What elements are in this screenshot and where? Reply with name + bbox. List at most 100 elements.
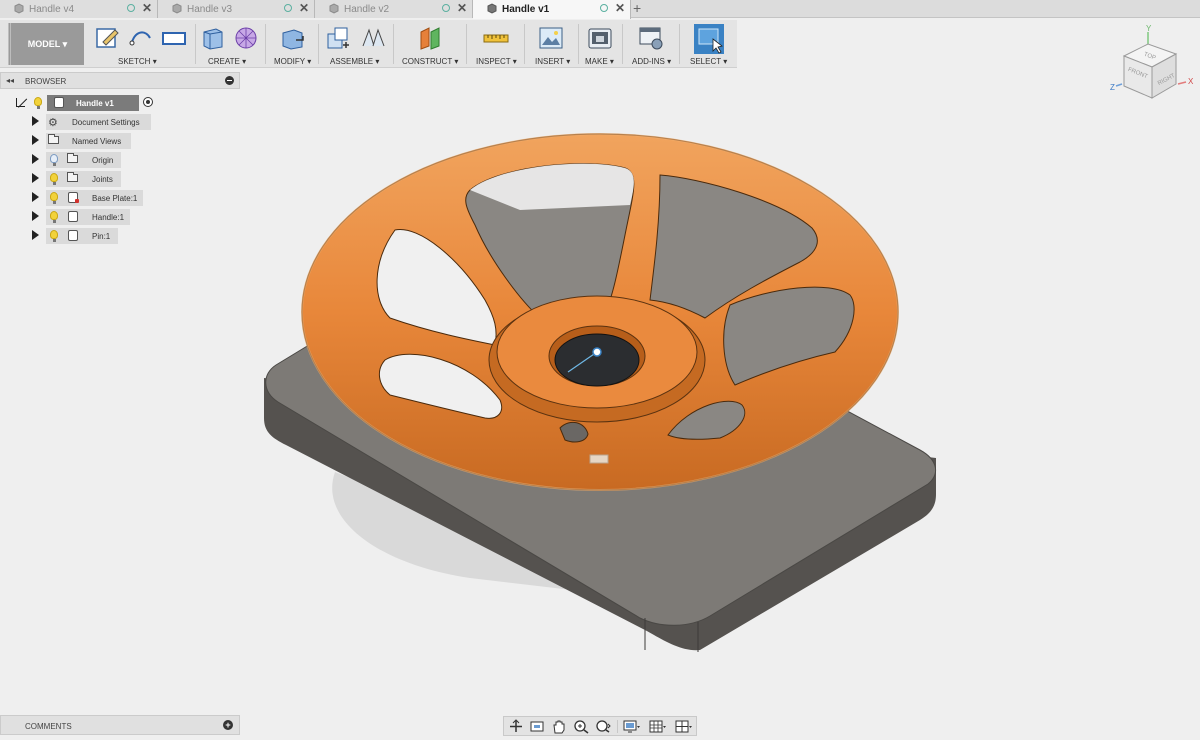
tab-handle-v2[interactable]: Handle v2 ✕ — [315, 0, 473, 18]
visibility-bulb-icon[interactable] — [50, 173, 58, 185]
grid-settings-icon[interactable] — [648, 719, 666, 734]
sync-status-icon — [284, 4, 292, 12]
pan-hand-icon[interactable] — [550, 719, 568, 734]
tab-handle-v4[interactable]: Handle v4 ✕ — [0, 0, 158, 18]
zoom-icon[interactable] — [572, 719, 590, 734]
linked-component-icon — [68, 192, 79, 203]
inspect-menu[interactable]: INSPECT ▾ — [476, 57, 517, 66]
close-icon[interactable]: ✕ — [142, 1, 152, 15]
tab-handle-v3[interactable]: Handle v3 ✕ — [158, 0, 315, 18]
browser-item-document-settings[interactable]: ⚙ Document Settings — [30, 114, 155, 130]
add-comment-icon[interactable]: + — [223, 720, 233, 730]
display-settings-icon[interactable] — [622, 719, 640, 734]
assemble-menu[interactable]: ASSEMBLE ▾ — [330, 57, 379, 66]
viewports-icon[interactable] — [674, 719, 692, 734]
document-icon — [172, 3, 182, 14]
browser-item-origin[interactable]: Origin — [30, 152, 125, 168]
joint-origin-icon[interactable] — [592, 347, 602, 357]
close-icon[interactable]: ✕ — [299, 1, 309, 15]
axis-y-label: Y — [1146, 24, 1152, 33]
sync-status-icon — [600, 4, 608, 12]
sketch-arc-icon[interactable] — [128, 26, 154, 50]
expand-arrow-icon[interactable] — [16, 98, 25, 107]
browser-item-label: Origin — [92, 156, 114, 165]
visibility-bulb-icon[interactable] — [50, 230, 58, 242]
sketch-menu[interactable]: SKETCH ▾ — [118, 57, 157, 66]
browser-item-named-views[interactable]: Named Views — [30, 133, 135, 149]
comments-panel-header[interactable]: COMMENTS + — [0, 715, 240, 735]
expand-arrow-icon[interactable] — [32, 192, 39, 202]
tab-label: Handle v3 — [187, 4, 233, 15]
create-menu[interactable]: CREATE ▾ — [208, 57, 246, 66]
folder-icon — [67, 172, 78, 182]
select-icon[interactable] — [694, 24, 724, 54]
construct-menu[interactable]: CONSTRUCT ▾ — [402, 57, 458, 66]
handle-wheel[interactable] — [301, 133, 899, 491]
new-tab-button[interactable]: + — [633, 0, 641, 16]
measure-icon[interactable] — [483, 26, 509, 50]
toolbar-divider — [679, 24, 680, 64]
gear-icon: ⚙ — [48, 117, 58, 129]
select-menu[interactable]: SELECT ▾ — [690, 57, 727, 66]
tab-label: Handle v2 — [344, 4, 390, 15]
addins-menu[interactable]: ADD-INS ▾ — [632, 57, 671, 66]
expand-arrow-icon[interactable] — [32, 211, 39, 221]
visibility-bulb-icon[interactable] — [50, 192, 58, 204]
document-icon — [329, 3, 339, 14]
offset-plane-icon[interactable] — [418, 26, 444, 50]
browser-item-pin[interactable]: Pin:1 — [30, 228, 120, 244]
sync-status-icon — [442, 4, 450, 12]
workspace-mode-button[interactable]: MODEL ▾ — [8, 23, 84, 65]
close-icon[interactable]: ✕ — [457, 1, 467, 15]
collapse-panel-icon[interactable]: ◂◂ — [6, 76, 14, 85]
3d-viewport[interactable] — [242, 70, 1200, 710]
document-icon — [14, 3, 24, 14]
expand-arrow-icon[interactable] — [32, 116, 39, 126]
browser-item-base-plate[interactable]: Base Plate:1 — [30, 190, 145, 206]
modify-menu[interactable]: MODIFY ▾ — [274, 57, 311, 66]
expand-arrow-icon[interactable] — [32, 154, 39, 164]
document-icon — [487, 3, 497, 14]
close-icon[interactable]: ✕ — [615, 1, 625, 15]
browser-item-handle[interactable]: Handle:1 — [30, 209, 135, 225]
browser-item-joints[interactable]: Joints — [30, 171, 125, 187]
browser-item-label: Pin:1 — [92, 232, 111, 241]
insert-menu[interactable]: INSERT ▾ — [535, 57, 570, 66]
browser-panel-header[interactable]: ◂◂ BROWSER — [0, 72, 240, 89]
fit-zoom-icon[interactable] — [594, 719, 612, 734]
expand-arrow-icon[interactable] — [32, 173, 39, 183]
browser-item-label: Joints — [92, 175, 113, 184]
browser-item-label: Document Settings — [72, 118, 140, 127]
browser-root-node[interactable]: Handle v1 — [16, 95, 156, 111]
toolbar-divider — [524, 24, 525, 64]
tab-handle-v1[interactable]: Handle v1 ✕ — [473, 0, 631, 19]
visibility-bulb-icon[interactable] — [50, 211, 58, 223]
extrude-box-icon[interactable] — [200, 26, 226, 50]
3d-print-icon[interactable] — [587, 26, 613, 50]
press-pull-icon[interactable] — [280, 26, 306, 50]
joint-glyph-icon[interactable] — [589, 454, 609, 464]
orbit-icon[interactable] — [507, 719, 525, 734]
folder-icon — [67, 153, 78, 163]
browser-item-label: Base Plate:1 — [92, 194, 138, 203]
minimize-icon[interactable] — [225, 76, 234, 85]
form-sphere-icon[interactable] — [233, 26, 259, 50]
browser-item-label: Named Views — [72, 137, 122, 146]
insert-image-icon[interactable] — [538, 26, 564, 50]
visibility-bulb-icon[interactable] — [50, 154, 58, 166]
sketch-rectangle-icon[interactable] — [161, 26, 187, 50]
expand-arrow-icon[interactable] — [32, 135, 39, 145]
make-menu[interactable]: MAKE ▾ — [585, 57, 614, 66]
joint-icon[interactable] — [360, 26, 386, 50]
scripts-addins-icon[interactable] — [638, 26, 664, 50]
tab-label: Handle v1 — [502, 4, 550, 15]
expand-arrow-icon[interactable] — [32, 230, 39, 240]
activate-component-icon[interactable] — [143, 97, 153, 107]
root-label: Handle v1 — [76, 99, 114, 108]
toolbar-divider — [622, 24, 623, 64]
new-component-icon[interactable] — [326, 26, 352, 50]
look-at-icon[interactable] — [528, 719, 546, 734]
visibility-bulb-icon[interactable] — [34, 97, 42, 109]
toolbar: MODEL ▾ SKETCH ▾ CREATE ▾ MODIFY ▾ ASSEM… — [0, 20, 737, 68]
create-sketch-icon[interactable] — [95, 26, 121, 50]
